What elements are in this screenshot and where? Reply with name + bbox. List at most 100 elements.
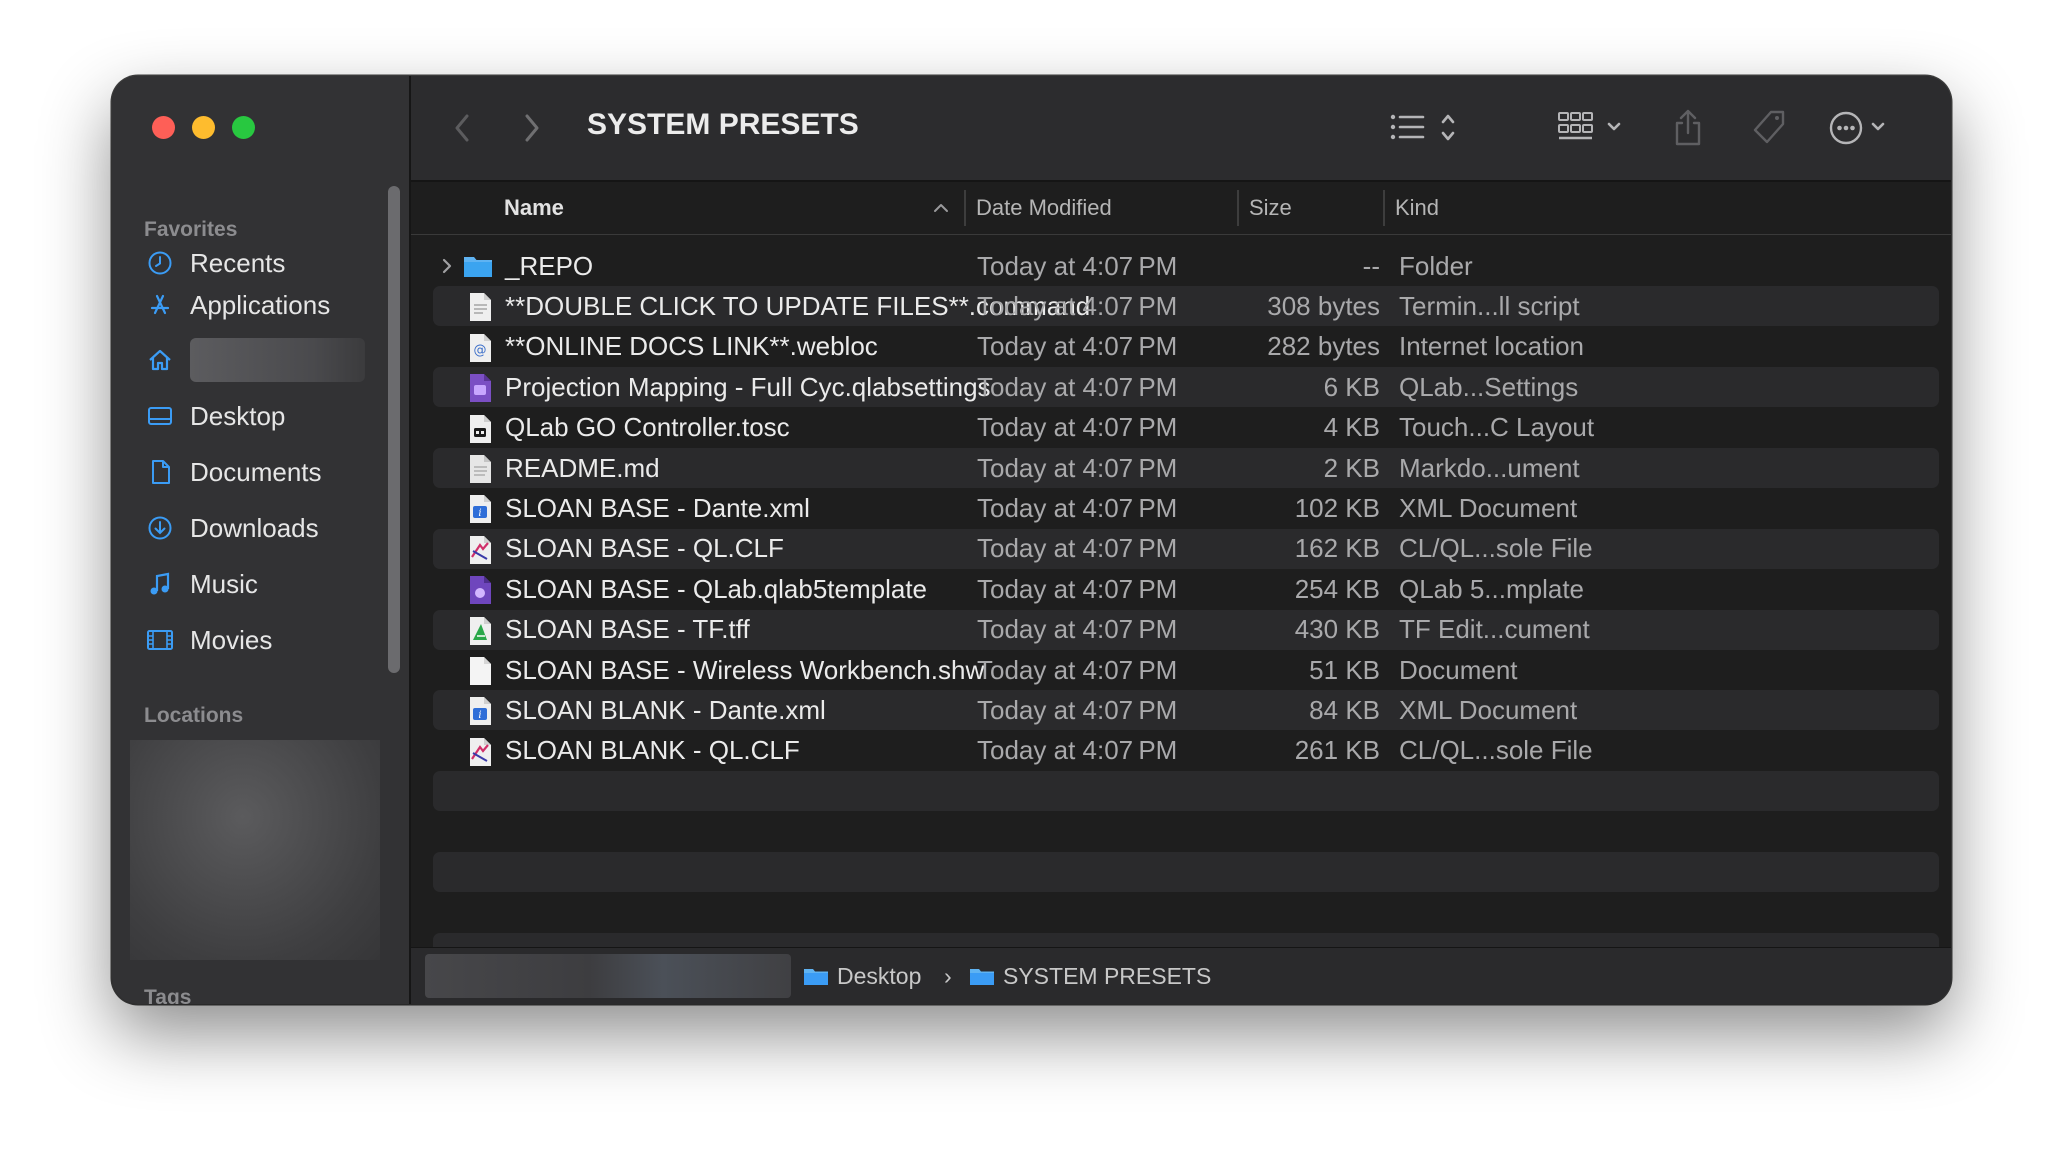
finder-window: Favorites Recents Applications Desktop D… <box>112 76 1951 1004</box>
view-options-button[interactable] <box>1389 104 1469 152</box>
disclosure-chevron-icon[interactable] <box>437 254 457 278</box>
zoom-window-button[interactable] <box>232 116 255 139</box>
file-name: _REPO <box>505 250 594 281</box>
tags-heading: Tags <box>144 986 192 1004</box>
forward-button[interactable] <box>519 104 543 152</box>
back-button[interactable] <box>451 104 475 152</box>
empty-row <box>433 892 1939 932</box>
sidebar-item-documents[interactable]: Documents <box>146 450 386 494</box>
sidebar-item-label: Music <box>190 568 258 599</box>
sidebar-item-home[interactable] <box>146 338 186 382</box>
file-name: **ONLINE DOCS LINK**.webloc <box>505 331 878 362</box>
path-bar: Desktop › SYSTEM PRESETS <box>411 947 1951 1004</box>
locations-heading: Locations <box>144 704 244 727</box>
file-date-modified: Today at 4:07 PM <box>977 654 1178 685</box>
path-bar-redacted <box>425 954 791 998</box>
file-name: SLOAN BASE - QLab.qlab5template <box>505 573 928 604</box>
file-size: 261 KB <box>1294 735 1380 766</box>
home-icon <box>146 346 174 374</box>
folder-icon <box>970 969 994 985</box>
file-kind: Folder <box>1399 250 1473 281</box>
download-icon <box>146 514 174 542</box>
file-row[interactable]: **DOUBLE CLICK TO UPDATE FILES**.command… <box>433 286 1939 327</box>
file-row[interactable]: Projection Mapping - Full Cyc.qlabsettin… <box>433 367 1939 408</box>
svg-text:@: @ <box>474 343 487 358</box>
column-divider[interactable] <box>1237 190 1239 226</box>
file-row[interactable]: SLOAN BASE - QL.CLF Today at 4:07 PM 162 K… <box>433 528 1939 569</box>
sidebar-scrollbar[interactable] <box>388 186 400 673</box>
file-name: SLOAN BASE - Wireless Workbench.shw <box>505 654 985 685</box>
close-window-button[interactable] <box>152 116 175 139</box>
clock-icon <box>146 249 174 277</box>
file-size: 84 KB <box>1309 694 1380 725</box>
file-kind: CL/QL...sole File <box>1399 533 1593 564</box>
file-date-modified: Today at 4:07 PM <box>977 412 1178 443</box>
share-icon <box>1675 109 1701 146</box>
file-size: 282 bytes <box>1267 331 1380 362</box>
webloc-icon: @ <box>467 333 493 362</box>
path-separator: › <box>944 962 952 989</box>
empty-row <box>433 852 1939 892</box>
column-divider[interactable] <box>964 190 966 226</box>
file-row[interactable]: SLOAN BASE - TF.tff Today at 4:07 PM 430 K… <box>433 609 1939 650</box>
sidebar-item-recents[interactable]: Recents <box>146 241 386 285</box>
file-size: 102 KB <box>1294 492 1380 523</box>
file-kind: TF Edit...cument <box>1399 614 1590 645</box>
folder-icon <box>463 253 492 281</box>
toolbar: SYSTEM PRESETS <box>411 76 1951 182</box>
folder-icon <box>804 969 828 985</box>
file-name: SLOAN BLANK - Dante.xml <box>505 694 826 725</box>
file-row[interactable]: i SLOAN BASE - Dante.xml Today at 4:07 PM 1… <box>433 488 1939 528</box>
document-icon <box>146 458 174 486</box>
file-size: 308 bytes <box>1267 290 1380 321</box>
script-file-icon <box>467 292 493 322</box>
file-row[interactable]: _REPO Today at 4:07 PM -- Folder <box>433 246 1939 286</box>
group-by-button[interactable] <box>1557 104 1627 152</box>
column-header-size[interactable]: Size <box>1249 182 1292 234</box>
sort-ascending-icon <box>934 204 948 212</box>
locations-list-redacted <box>130 740 380 960</box>
qlab-template-icon <box>467 575 493 605</box>
sidebar-item-applications[interactable]: Applications <box>146 283 386 327</box>
file-row[interactable]: QLab GO Controller.tosc Today at 4:07 PM 4… <box>433 408 1939 448</box>
column-header-kind[interactable]: Kind <box>1395 182 1439 234</box>
file-row[interactable]: SLOAN BASE - Wireless Workbench.shw Today… <box>433 650 1939 690</box>
action-menu-button[interactable] <box>1829 104 1893 152</box>
file-row[interactable]: i SLOAN BLANK - Dante.xml Today at 4:07 PM… <box>433 690 1939 731</box>
file-row[interactable]: @ **ONLINE DOCS LINK**.webloc Today at 4:0… <box>433 327 1939 367</box>
window-title: SYSTEM PRESETS <box>587 108 859 141</box>
file-size: 430 KB <box>1294 614 1380 645</box>
column-divider[interactable] <box>1383 190 1385 226</box>
file-row[interactable]: SLOAN BLANK - QL.CLF Today at 4:07 PM 261 … <box>433 731 1939 771</box>
column-header-date-modified[interactable]: Date Modified <box>976 182 1112 234</box>
file-kind: QLab 5...mplate <box>1399 573 1584 604</box>
sidebar-item-music[interactable]: Music <box>146 562 386 606</box>
file-name: SLOAN BASE - Dante.xml <box>505 492 810 523</box>
sidebar-item-desktop[interactable]: Desktop <box>146 394 386 438</box>
tags-button[interactable] <box>1749 104 1789 152</box>
file-kind: CL/QL...sole File <box>1399 735 1593 766</box>
path-segment-label: SYSTEM PRESETS <box>1003 962 1212 989</box>
desktop-icon <box>146 402 174 430</box>
file-date-modified: Today at 4:07 PM <box>977 694 1178 725</box>
path-segment-desktop[interactable]: Desktop <box>803 948 921 1004</box>
applications-icon <box>146 291 174 319</box>
svg-text:i: i <box>478 508 481 519</box>
file-row[interactable]: SLOAN BASE - QLab.qlab5template Today at … <box>433 569 1939 609</box>
file-row[interactable]: README.md Today at 4:07 PM 2 KB Markdo...um… <box>433 448 1939 488</box>
minimize-window-button[interactable] <box>192 116 215 139</box>
path-segment-system-presets[interactable]: SYSTEM PRESETS <box>969 948 1211 1004</box>
file-size: 162 KB <box>1294 533 1380 564</box>
column-header-name[interactable]: Name <box>504 182 564 234</box>
sidebar-item-label: Recents <box>190 247 286 278</box>
file-kind: Internet location <box>1399 331 1585 362</box>
chevron-right-icon <box>525 114 539 142</box>
file-date-modified: Today at 4:07 PM <box>977 735 1178 766</box>
share-button[interactable] <box>1671 104 1705 152</box>
clf-file-icon <box>467 737 493 766</box>
tf-editor-file-icon <box>467 616 493 645</box>
sidebar-item-downloads[interactable]: Downloads <box>146 506 386 550</box>
file-date-modified: Today at 4:07 PM <box>977 250 1178 281</box>
file-size: 51 KB <box>1309 654 1380 685</box>
sidebar-item-movies[interactable]: Movies <box>146 618 386 662</box>
